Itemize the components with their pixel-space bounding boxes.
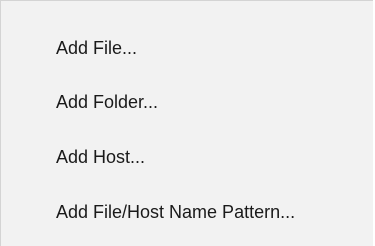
- menu-item-label: Add File...: [56, 38, 138, 58]
- menu-item-label: Add Host...: [56, 147, 146, 167]
- menu-item-label: Add File/Host Name Pattern...: [56, 202, 296, 222]
- menu-item-add-folder[interactable]: Add Folder...: [1, 82, 374, 122]
- menu-item-label: Add Folder...: [56, 92, 159, 112]
- menu-item-add-file[interactable]: Add File...: [1, 28, 374, 68]
- menu-item-add-file-host-name-pattern[interactable]: Add File/Host Name Pattern...: [1, 192, 374, 232]
- menu-item-add-host[interactable]: Add Host...: [1, 137, 374, 177]
- context-menu: Add File... Add Folder... Add Host... Ad…: [0, 0, 373, 246]
